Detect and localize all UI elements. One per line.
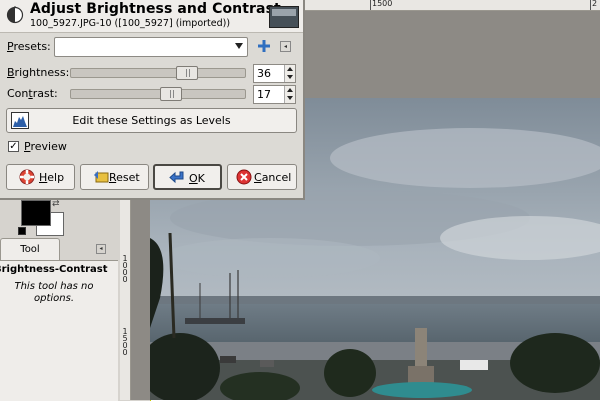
brightness-value[interactable]: 36 [257,67,271,80]
swap-colors-icon[interactable]: ⇄ [52,199,60,209]
contrast-slider-handle[interactable] [160,87,182,101]
contrast-label: Contrast: [7,87,58,100]
ok-button[interactable]: OK [153,164,222,190]
increment-icon[interactable] [287,88,293,92]
presets-label: Presets: [7,40,51,53]
tool-name: Brightness-Contrast [0,264,108,275]
dialog-title: Adjust Brightness and Contrast [30,1,281,17]
decrement-icon[interactable] [287,96,293,100]
brightness-contrast-dialog: Adjust Brightness and Contrast 100_5927.… [0,0,305,200]
preview-checkbox[interactable]: ✓ [8,141,19,152]
help-button[interactable]: Help [6,164,75,190]
default-colors-icon[interactable] [18,227,26,235]
edit-as-levels-button[interactable]: Edit these Settings as Levels [6,108,297,133]
brightness-spinbox[interactable]: 36 [253,64,296,83]
contrast-value[interactable]: 17 [257,88,271,101]
dialog-subtitle: 100_5927.JPG-10 ([100_5927] (imported)) [30,18,231,29]
enter-arrow-icon [169,171,184,184]
preset-menu-icon[interactable]: ◂ [280,41,291,52]
increment-icon[interactable] [287,67,293,71]
brightness-slider[interactable] [70,66,246,80]
contrast-slider[interactable] [70,87,246,101]
brightness-contrast-icon [6,6,24,24]
cancel-icon [236,169,252,185]
lifebuoy-icon [19,169,35,185]
brightness-label: Brightness: [7,66,70,79]
preview-label[interactable]: Preview [24,140,67,153]
image-thumbnail [269,6,299,28]
cancel-button[interactable]: Cancel [227,164,297,190]
ruler-label: 1500 [122,327,128,357]
tab-menu-icon[interactable]: ◂ [96,244,106,254]
contrast-spinbox[interactable]: 17 [253,85,296,104]
tab-tool-options[interactable]: Tool Options [0,238,60,277]
no-options-text: This tool has no options. [14,281,94,304]
brightness-slider-handle[interactable] [176,66,198,80]
chevron-down-icon [235,43,243,49]
ruler-label: 2 [592,0,598,8]
presets-dropdown[interactable] [54,37,248,57]
add-preset-icon[interactable] [257,39,271,53]
reset-icon [94,171,109,183]
reset-button[interactable]: Reset [80,164,149,190]
foreground-color-swatch[interactable] [21,200,51,226]
ruler-label: 1000 [122,254,128,284]
decrement-icon[interactable] [287,75,293,79]
ruler-label: 1500 [372,0,393,8]
